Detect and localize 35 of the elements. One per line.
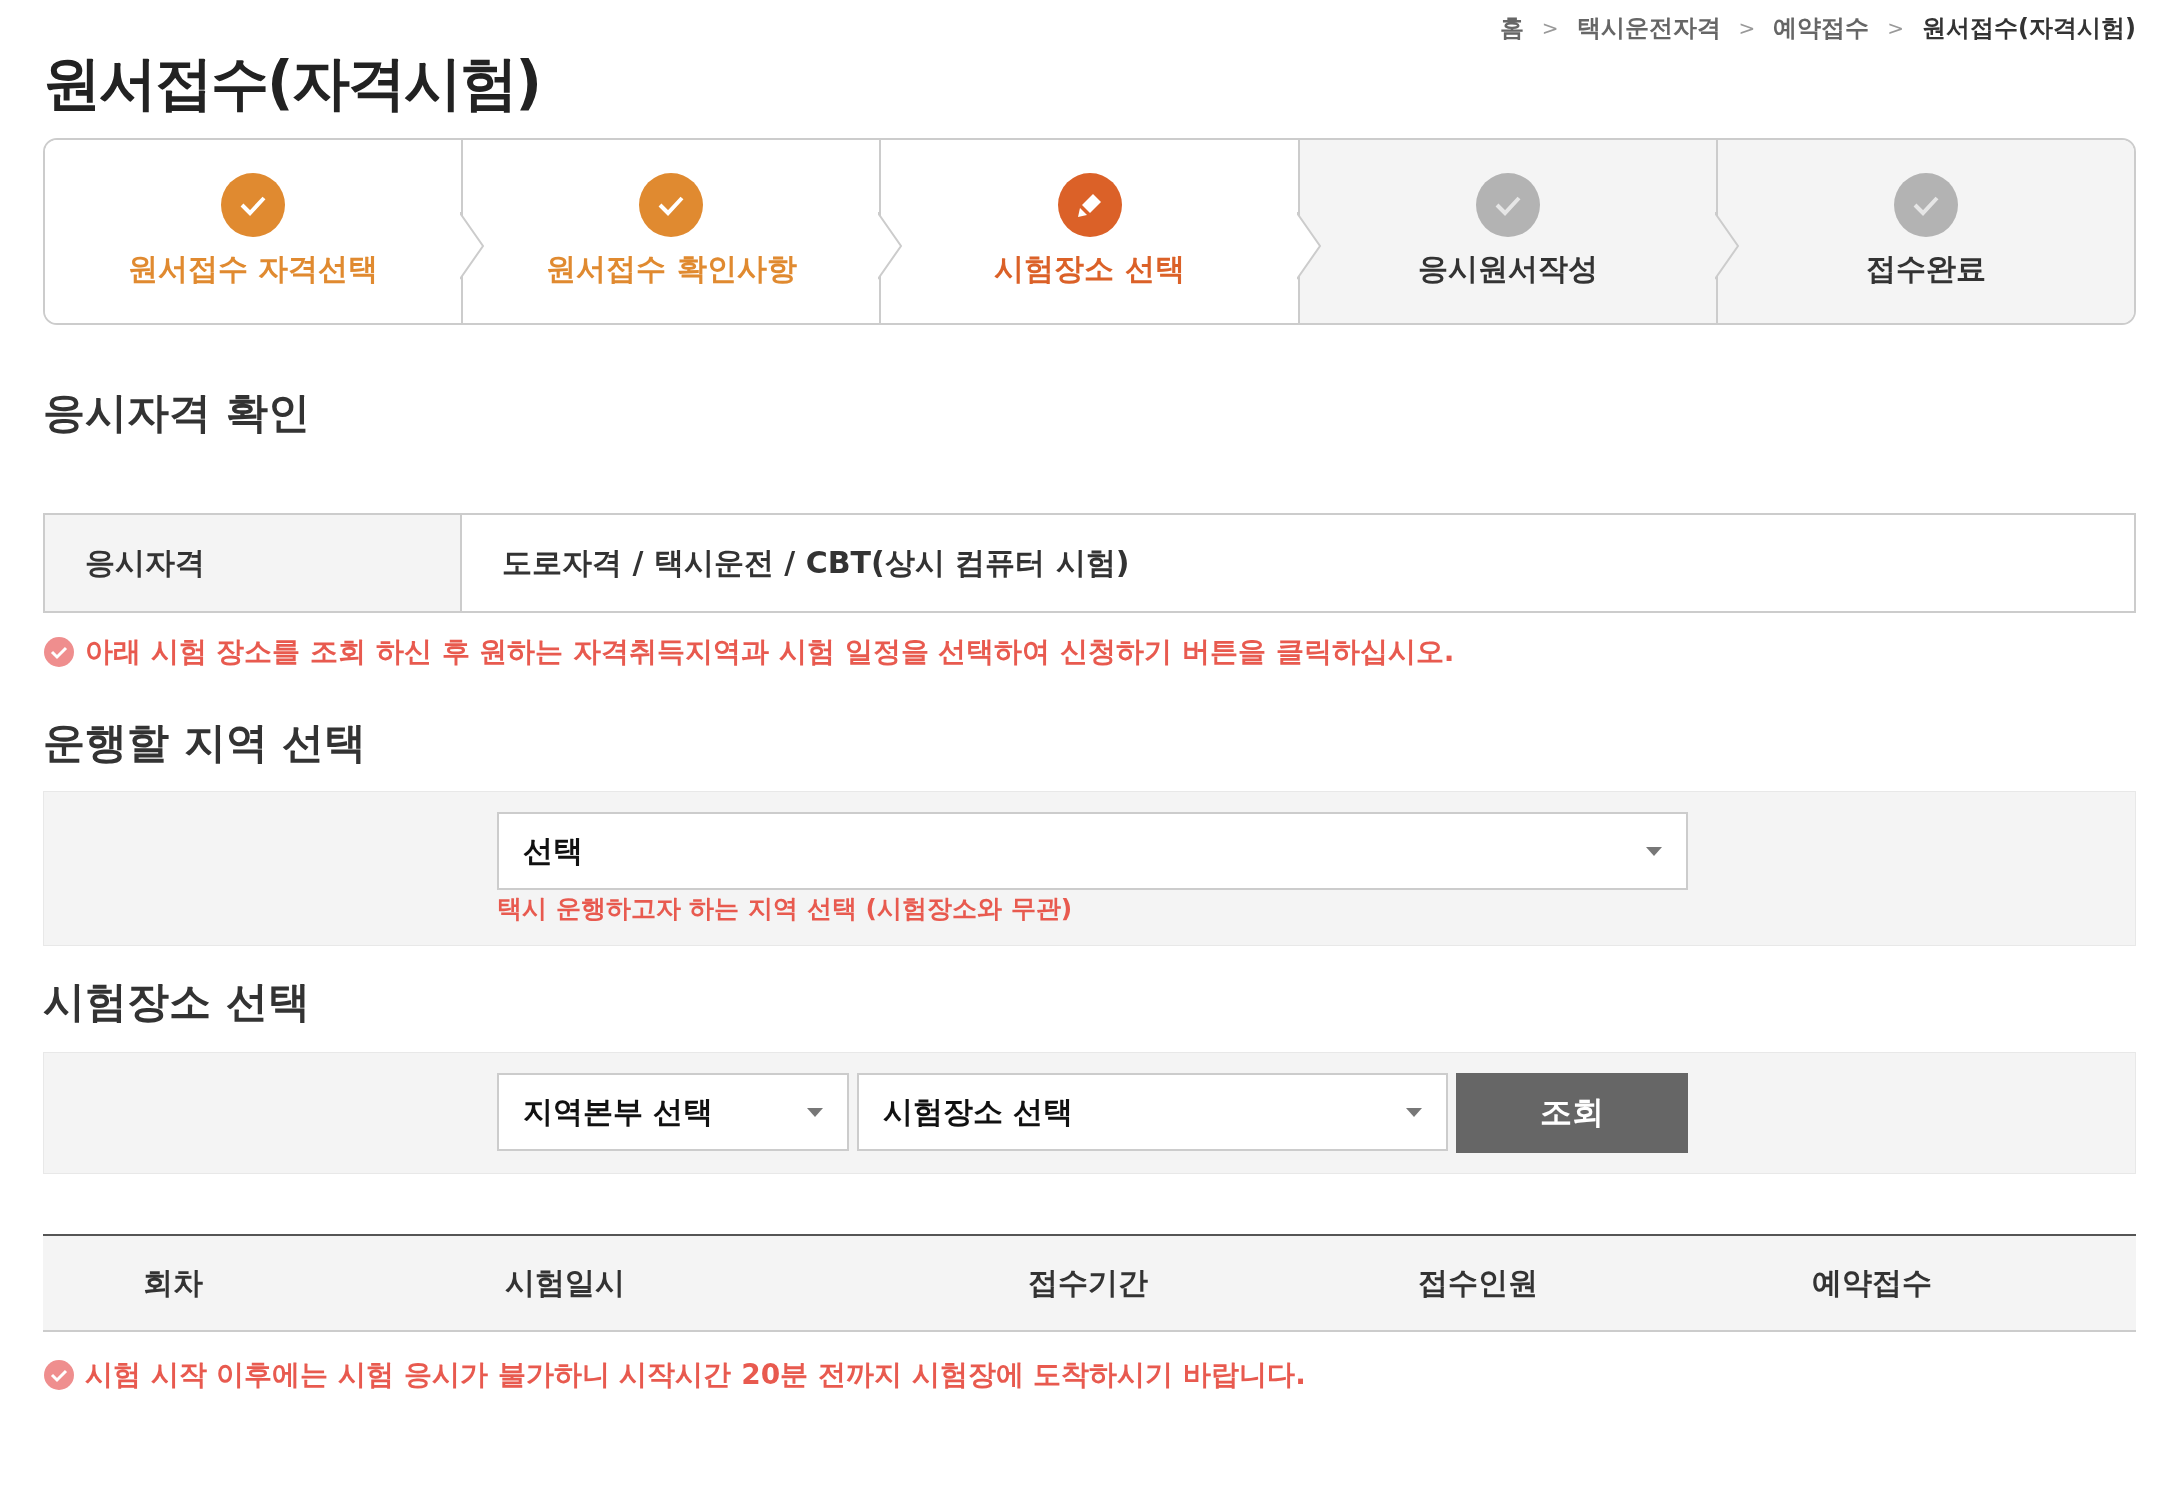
column-header: 접수기간 [1027,1263,1149,1302]
region-select[interactable]: 선택 [497,812,1688,890]
column-header: 시험일시 [504,1263,626,1302]
hint-text: 택시 운행하고자 하는 지역 선택 (시험장소와 무관) [497,893,1074,925]
notice-text: 시험 시작 이후에는 시험 응시가 불가하니 시작시간 20분 전까지 시험장에 도착하시기 바랍니다. [85,1357,1306,1393]
breadcrumb-link[interactable]: 택시운전자격 [1576,12,1721,44]
venue-select[interactable]: 시험장소 선택 [857,1073,1448,1151]
branch-select[interactable]: 지역본부 선택 [497,1073,849,1151]
step-label: 응시원서작성 [1417,250,1598,288]
breadcrumb-separator: > [1738,16,1756,40]
breadcrumb-separator: > [1541,16,1559,40]
table-cell-text: 도로자격 / 택시운전 / CBT(상시 컴퓨터 시험) [501,543,1131,582]
step-label: 원서접수 자격선택 [127,250,379,288]
column-header: 회차 [142,1263,204,1302]
table-header-cell: 응시자격 [45,515,462,611]
breadcrumb-link[interactable]: 홈 [1499,12,1524,44]
page-title: 원서접수(자격시험) [43,48,541,119]
breadcrumb-separator: > [1887,16,1905,40]
step-label: 원서접수 확인사항 [546,250,797,288]
breadcrumb-link[interactable]: 예약접수 [1773,12,1870,44]
breadcrumb-link[interactable]: 원서접수(자격시험) [1922,12,2136,44]
dropdown-caret-icon [807,1107,823,1117]
dropdown-caret-icon [1646,846,1662,856]
step-label: 접수완료 [1865,250,1986,288]
section-heading: 운행할 지역 선택 [43,717,368,769]
column-header: 예약접수 [1810,1263,1933,1302]
section-heading: 시험장소 선택 [43,976,311,1028]
column-header: 접수인원 [1417,1263,1539,1302]
dropdown-caret-icon [1406,1107,1422,1117]
step-label: 시험장소 선택 [994,250,1185,288]
check-circle-icon [43,636,75,668]
check-circle-icon [43,1359,75,1391]
notice-text: 아래 시험 장소를 조회 하신 후 원하는 자격취득지역과 시험 일정을 선택하여 신청하기 버튼을 클릭하십시오. [85,634,1455,670]
search-button[interactable]: 조회 [1456,1073,1688,1153]
section-heading: 응시자격 확인 [43,387,311,439]
